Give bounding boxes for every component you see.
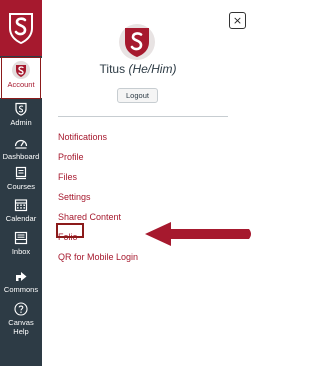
nav-calendar[interactable]: Calendar: [0, 198, 42, 223]
profile-avatar: [119, 24, 155, 60]
user-display-name: Titus (He/Him): [60, 62, 216, 76]
logout-label: Logout: [126, 91, 149, 100]
menu-item-label: Files: [58, 172, 78, 182]
menu-item-label: QR for Mobile Login: [58, 252, 139, 262]
menu-item-notifications[interactable]: Notifications: [58, 127, 248, 147]
nav-admin[interactable]: Admin: [0, 102, 42, 127]
menu-item-qr-mobile-login[interactable]: QR for Mobile Login: [58, 247, 248, 267]
nav-commons[interactable]: Commons: [0, 269, 42, 294]
nav-help-label: Canvas Help: [8, 318, 34, 336]
nav-courses[interactable]: Courses: [0, 166, 42, 191]
shield-logo-icon: [125, 28, 149, 57]
menu-item-profile[interactable]: Profile: [58, 147, 248, 167]
nav-dashboard[interactable]: Dashboard: [0, 136, 42, 161]
menu-item-label: Profile: [58, 152, 84, 162]
menu-item-label: Shared Content: [58, 212, 122, 222]
menu-item-settings[interactable]: Settings: [58, 187, 248, 207]
nav-calendar-label: Calendar: [5, 214, 37, 223]
logout-button[interactable]: Logout: [117, 88, 158, 103]
shield-icon: [14, 102, 28, 116]
nav-help[interactable]: Canvas Help: [0, 302, 42, 336]
menu-item-files[interactable]: Files: [58, 167, 248, 187]
institution-logo[interactable]: [0, 0, 42, 56]
close-icon: ×: [232, 14, 243, 27]
dashboard-icon: [14, 136, 28, 150]
help-icon: [14, 302, 28, 316]
nav-admin-label: Admin: [10, 118, 32, 127]
close-tray-button[interactable]: ×: [229, 12, 246, 29]
inbox-icon: [14, 231, 28, 245]
book-icon: [14, 166, 28, 180]
menu-item-label: Folio: [58, 232, 78, 242]
nav-inbox[interactable]: Inbox: [0, 231, 42, 256]
global-navigation: Account Admin Dashboard Courses Calendar…: [0, 0, 42, 366]
nav-inbox-label: Inbox: [11, 247, 31, 256]
calendar-icon: [14, 198, 28, 212]
tray-divider: [58, 116, 228, 117]
nav-dashboard-label: Dashboard: [2, 152, 40, 161]
pointer-arrow-icon: [145, 222, 251, 246]
user-pronouns: (He/Him): [128, 62, 177, 76]
nav-account[interactable]: Account: [0, 58, 42, 98]
nav-courses-label: Courses: [7, 182, 35, 191]
shield-logo-icon: [9, 13, 33, 44]
nav-account-label: Account: [7, 80, 35, 89]
commons-arrow-icon: [14, 269, 28, 283]
menu-item-label: Settings: [58, 192, 91, 202]
nav-commons-label: Commons: [3, 285, 39, 294]
account-avatar-icon: [12, 61, 30, 79]
menu-item-label: Notifications: [58, 132, 108, 142]
user-name-text: Titus: [99, 62, 126, 76]
